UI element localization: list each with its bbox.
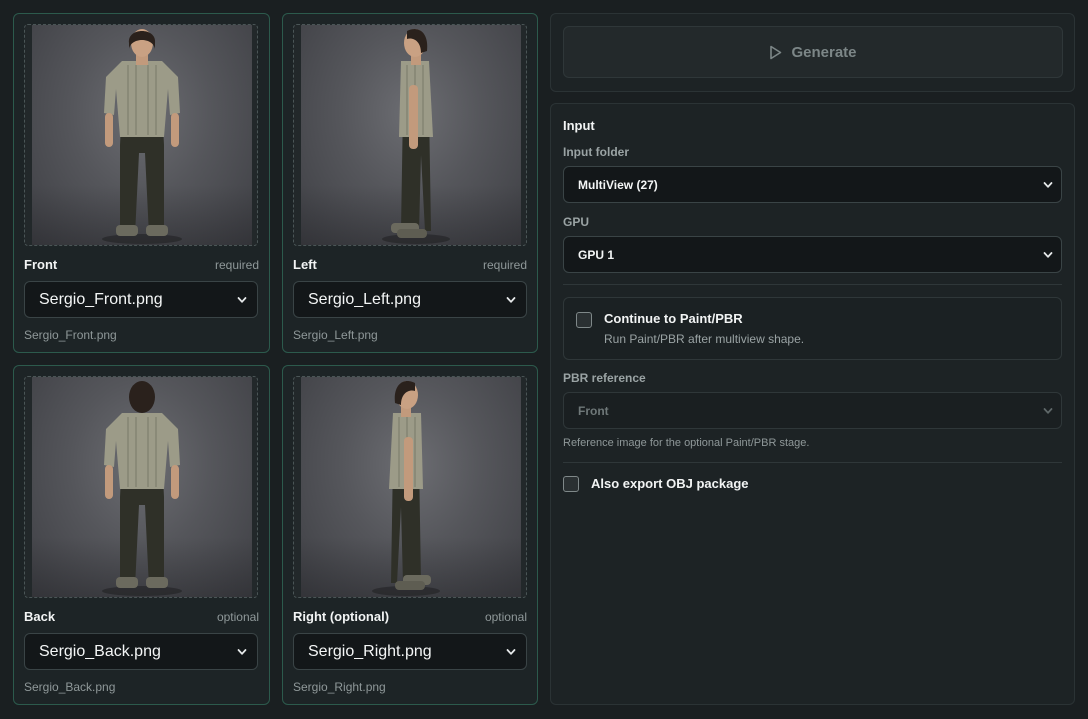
image-dropzone-front[interactable] <box>24 24 258 246</box>
input-folder-value: MultiView (27) <box>578 177 658 192</box>
view-card-front: Front required Sergio_Front.png Sergio_F… <box>13 13 270 353</box>
view-card-right: Right (optional) optional Sergio_Right.p… <box>282 365 538 705</box>
view-title: Left <box>293 257 317 272</box>
paint-option-description: Run Paint/PBR after multiview shape. <box>604 332 805 346</box>
view-title: Back <box>24 609 56 624</box>
file-select-front[interactable]: Sergio_Front.png <box>24 281 258 318</box>
generate-panel: Generate <box>550 13 1075 92</box>
pbr-reference-value: Front <box>578 403 609 418</box>
file-caption: Sergio_Front.png <box>24 328 117 342</box>
paint-checkbox[interactable] <box>576 312 592 328</box>
input-folder-label: Input folder <box>563 145 629 159</box>
image-dropzone-back[interactable] <box>24 376 258 598</box>
preview-image-right <box>301 377 521 597</box>
chevron-down-icon <box>237 296 247 303</box>
chevron-down-icon <box>506 648 516 655</box>
paint-option[interactable]: Continue to Paint/PBR Run Paint/PBR afte… <box>563 297 1062 360</box>
preview-image-front <box>32 25 252 245</box>
chevron-down-icon <box>237 648 247 655</box>
image-dropzone-left[interactable] <box>293 24 527 246</box>
requirement-label: required <box>214 258 259 272</box>
play-icon <box>770 45 782 59</box>
pbr-reference-hint: Reference image for the optional Paint/P… <box>563 437 810 449</box>
file-select-back[interactable]: Sergio_Back.png <box>24 633 258 670</box>
file-select-value: Sergio_Left.png <box>308 290 421 308</box>
pbr-reference-select[interactable]: Front <box>563 392 1062 429</box>
paint-option-title: Continue to Paint/PBR <box>604 311 743 326</box>
preview-image-back <box>32 377 252 597</box>
file-caption: Sergio_Left.png <box>293 328 378 342</box>
requirement-label: optional <box>484 610 527 624</box>
preview-image-left <box>301 25 521 245</box>
file-select-value: Sergio_Back.png <box>39 642 161 660</box>
chevron-down-icon <box>1043 181 1053 188</box>
chevron-down-icon <box>506 296 516 303</box>
file-caption: Sergio_Back.png <box>24 680 116 694</box>
generate-button[interactable]: Generate <box>563 26 1063 78</box>
input-section-title: Input <box>563 118 595 133</box>
person-front-figure <box>102 29 182 244</box>
image-dropzone-right[interactable] <box>293 376 527 598</box>
gpu-value: GPU 1 <box>578 247 615 262</box>
chevron-down-icon <box>1043 251 1053 258</box>
divider <box>563 462 1062 463</box>
view-card-left: Left required Sergio_Left.png Sergio_Lef… <box>282 13 538 353</box>
obj-export-checkbox[interactable] <box>563 476 579 492</box>
settings-panel: Input Input folder MultiView (27) GPU GP… <box>550 103 1075 705</box>
person-right-figure <box>372 381 440 596</box>
obj-export-label[interactable]: Also export OBJ package <box>591 476 749 491</box>
gpu-label: GPU <box>563 215 590 229</box>
requirement-label: required <box>482 258 527 272</box>
divider <box>563 284 1062 285</box>
person-back-figure <box>102 381 182 596</box>
file-select-value: Sergio_Front.png <box>39 290 163 308</box>
view-title: Right (optional) <box>293 609 390 624</box>
file-select-value: Sergio_Right.png <box>308 642 432 660</box>
generate-label: Generate <box>791 43 857 61</box>
file-select-left[interactable]: Sergio_Left.png <box>293 281 527 318</box>
file-select-right[interactable]: Sergio_Right.png <box>293 633 527 670</box>
input-folder-select[interactable]: MultiView (27) <box>563 166 1062 203</box>
person-left-figure <box>382 29 450 244</box>
gpu-select[interactable]: GPU 1 <box>563 236 1062 273</box>
pbr-reference-label: PBR reference <box>563 371 646 385</box>
requirement-label: optional <box>216 610 259 624</box>
view-title: Front <box>24 257 58 272</box>
chevron-down-icon <box>1043 407 1053 414</box>
view-card-back: Back optional Sergio_Back.png Sergio_Bac… <box>13 365 270 705</box>
file-caption: Sergio_Right.png <box>293 680 386 694</box>
